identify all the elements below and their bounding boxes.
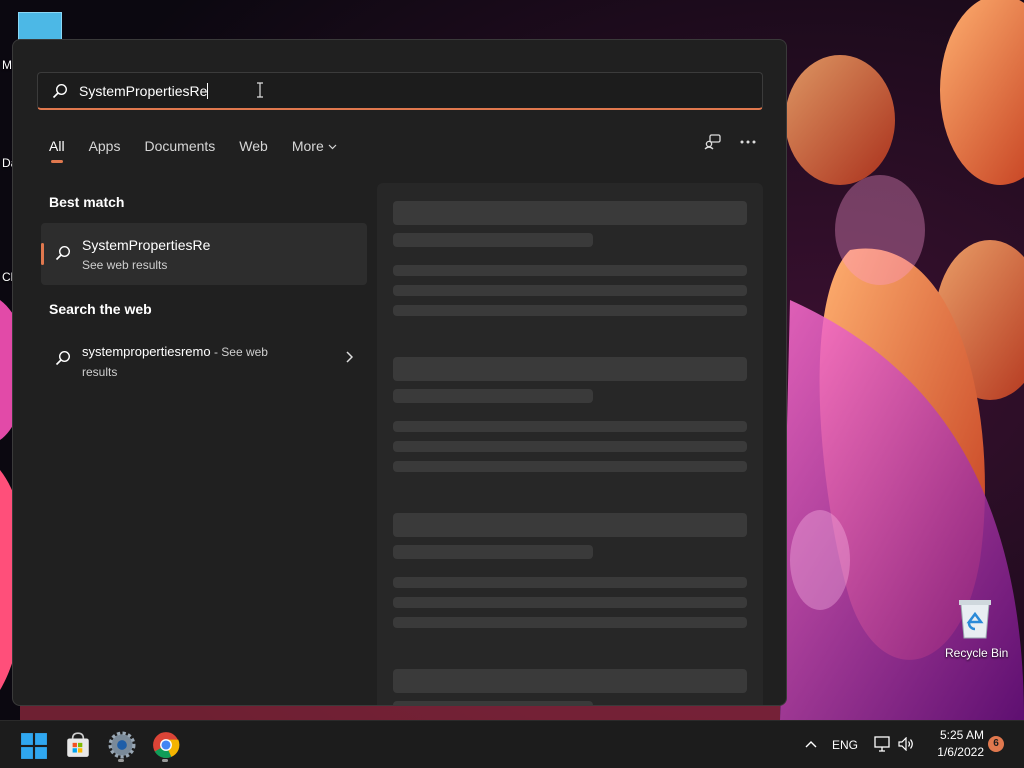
best-match-heading: Best match	[49, 194, 125, 210]
recycle-bin-label: Recycle Bin	[945, 646, 1009, 660]
recycle-bin[interactable]: Recycle Bin	[940, 596, 1010, 660]
skeleton-placeholder	[393, 669, 747, 693]
chevron-down-icon	[328, 144, 337, 150]
running-indicator	[162, 759, 168, 762]
web-suggestion-separator: -	[210, 345, 222, 359]
notification-badge[interactable]: 6	[988, 736, 1004, 752]
skeleton-placeholder	[393, 265, 747, 276]
skeleton-placeholder	[393, 441, 747, 452]
preview-pane-loading	[377, 183, 763, 705]
language-indicator[interactable]: ENG	[832, 738, 858, 752]
best-match-result[interactable]: SystemPropertiesRe See web results	[41, 223, 367, 285]
skeleton-placeholder	[393, 421, 747, 432]
skeleton-placeholder	[393, 357, 747, 381]
best-match-title: SystemPropertiesRe	[82, 237, 211, 253]
desktop-icon-label: M	[2, 58, 12, 72]
more-options-icon[interactable]	[740, 140, 756, 144]
volume-icon[interactable]	[898, 737, 914, 751]
search-input[interactable]: SystemPropertiesRe	[37, 72, 763, 110]
selection-indicator	[41, 243, 44, 265]
search-panel-actions	[704, 134, 756, 150]
skeleton-placeholder	[393, 577, 747, 588]
text-cursor-icon	[257, 82, 263, 98]
tab-more[interactable]: More	[292, 138, 337, 162]
clock-date: 1/6/2022	[937, 745, 984, 759]
search-filter-tabs: All Apps Documents Web More	[49, 138, 361, 163]
chevron-right-icon[interactable]	[346, 351, 353, 363]
desktop-folder-icon[interactable]	[18, 12, 62, 42]
web-suggestion-term: systempropertiesremo	[82, 344, 211, 359]
skeleton-placeholder	[393, 305, 747, 316]
search-icon	[55, 350, 71, 366]
tab-all[interactable]: All	[49, 138, 65, 163]
skeleton-placeholder	[393, 201, 747, 225]
network-icon[interactable]	[874, 736, 892, 752]
clock[interactable]: 5:25 AM 1/6/2022	[928, 728, 984, 762]
search-web-heading: Search the web	[49, 301, 152, 317]
skeleton-placeholder	[393, 513, 747, 537]
settings-icon[interactable]	[108, 731, 136, 759]
web-suggestion-item[interactable]: systempropertiesremo - See web results	[41, 336, 367, 384]
recycle-bin-icon	[959, 600, 991, 639]
store-icon[interactable]	[64, 731, 92, 759]
clock-time: 5:25 AM	[939, 728, 984, 742]
skeleton-placeholder	[393, 545, 593, 559]
skeleton-placeholder	[393, 701, 593, 705]
skeleton-placeholder	[393, 461, 747, 472]
skeleton-placeholder	[393, 285, 747, 296]
share-device-icon[interactable]	[704, 134, 722, 150]
skeleton-placeholder	[393, 617, 747, 628]
running-indicator	[118, 759, 124, 762]
search-icon	[55, 245, 71, 261]
tab-web[interactable]: Web	[239, 138, 268, 162]
text-caret	[207, 83, 209, 99]
skeleton-placeholder	[393, 597, 747, 608]
start-icon[interactable]	[20, 732, 48, 760]
search-panel: SystemPropertiesRe All Apps Documents We…	[12, 39, 787, 706]
tab-more-label: More	[291, 138, 324, 154]
search-query-wrap: SystemPropertiesRe	[79, 83, 209, 99]
search-query-text: SystemPropertiesRe	[79, 83, 208, 99]
chrome-icon[interactable]	[152, 731, 180, 759]
search-icon	[52, 83, 68, 99]
skeleton-placeholder	[393, 389, 593, 403]
tab-documents[interactable]: Documents	[144, 138, 215, 162]
tab-apps[interactable]: Apps	[89, 138, 121, 162]
show-hidden-icons-chevron-icon[interactable]	[805, 740, 817, 748]
skeleton-placeholder	[393, 233, 593, 247]
web-suggestion-text: systempropertiesremo - See web results	[82, 342, 292, 382]
best-match-subtitle: See web results	[82, 258, 168, 272]
